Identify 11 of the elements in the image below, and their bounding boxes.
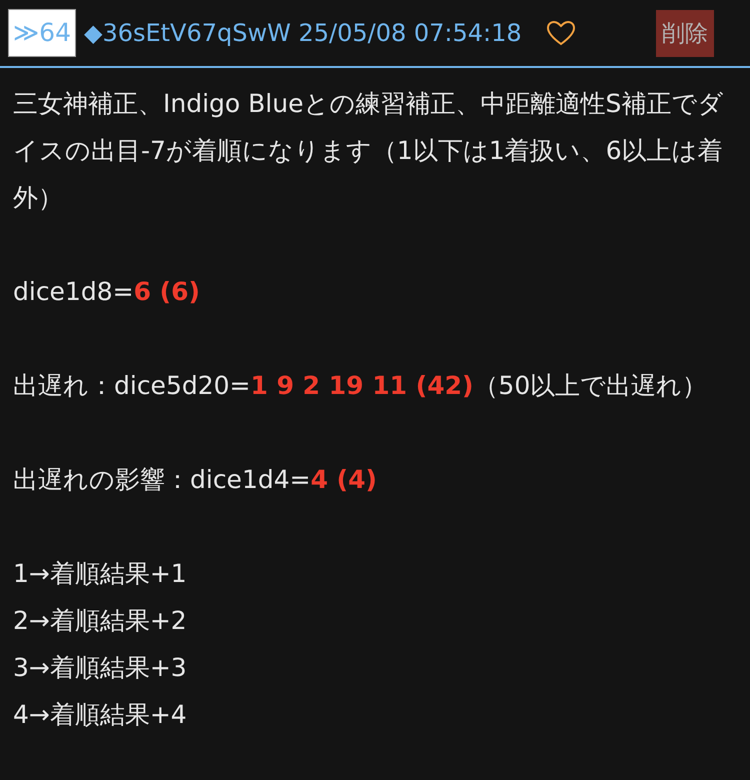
delete-button[interactable]: 削除 (656, 10, 714, 56)
post-text: 出遅れの影響：dice1d4=4 (4) (13, 464, 378, 496)
post-text: 1→着順結果+1 (13, 558, 188, 590)
post-text: 三女神補正、Indigo Blueとの練習補正、中距離適性S補正でダイスの出目-7が着順になります（1以下は1着扱い、6以上は着外） (13, 88, 724, 214)
post-author: ◆36sEtV67qSwW 25/05/08 07:54:18 (84, 19, 522, 47)
heart-icon[interactable] (546, 20, 576, 46)
post-text: dice1d8=6 (6) (13, 276, 201, 308)
post-text: 出遅れ：dice5d20=1 9 2 19 11 (42)（50以上で出遅れ） (13, 370, 708, 402)
post-text: 2→着順結果+2 (13, 605, 188, 637)
post-text: 3→着順結果+3 (13, 652, 188, 684)
post-text: 4→着順結果+4 (13, 699, 188, 731)
